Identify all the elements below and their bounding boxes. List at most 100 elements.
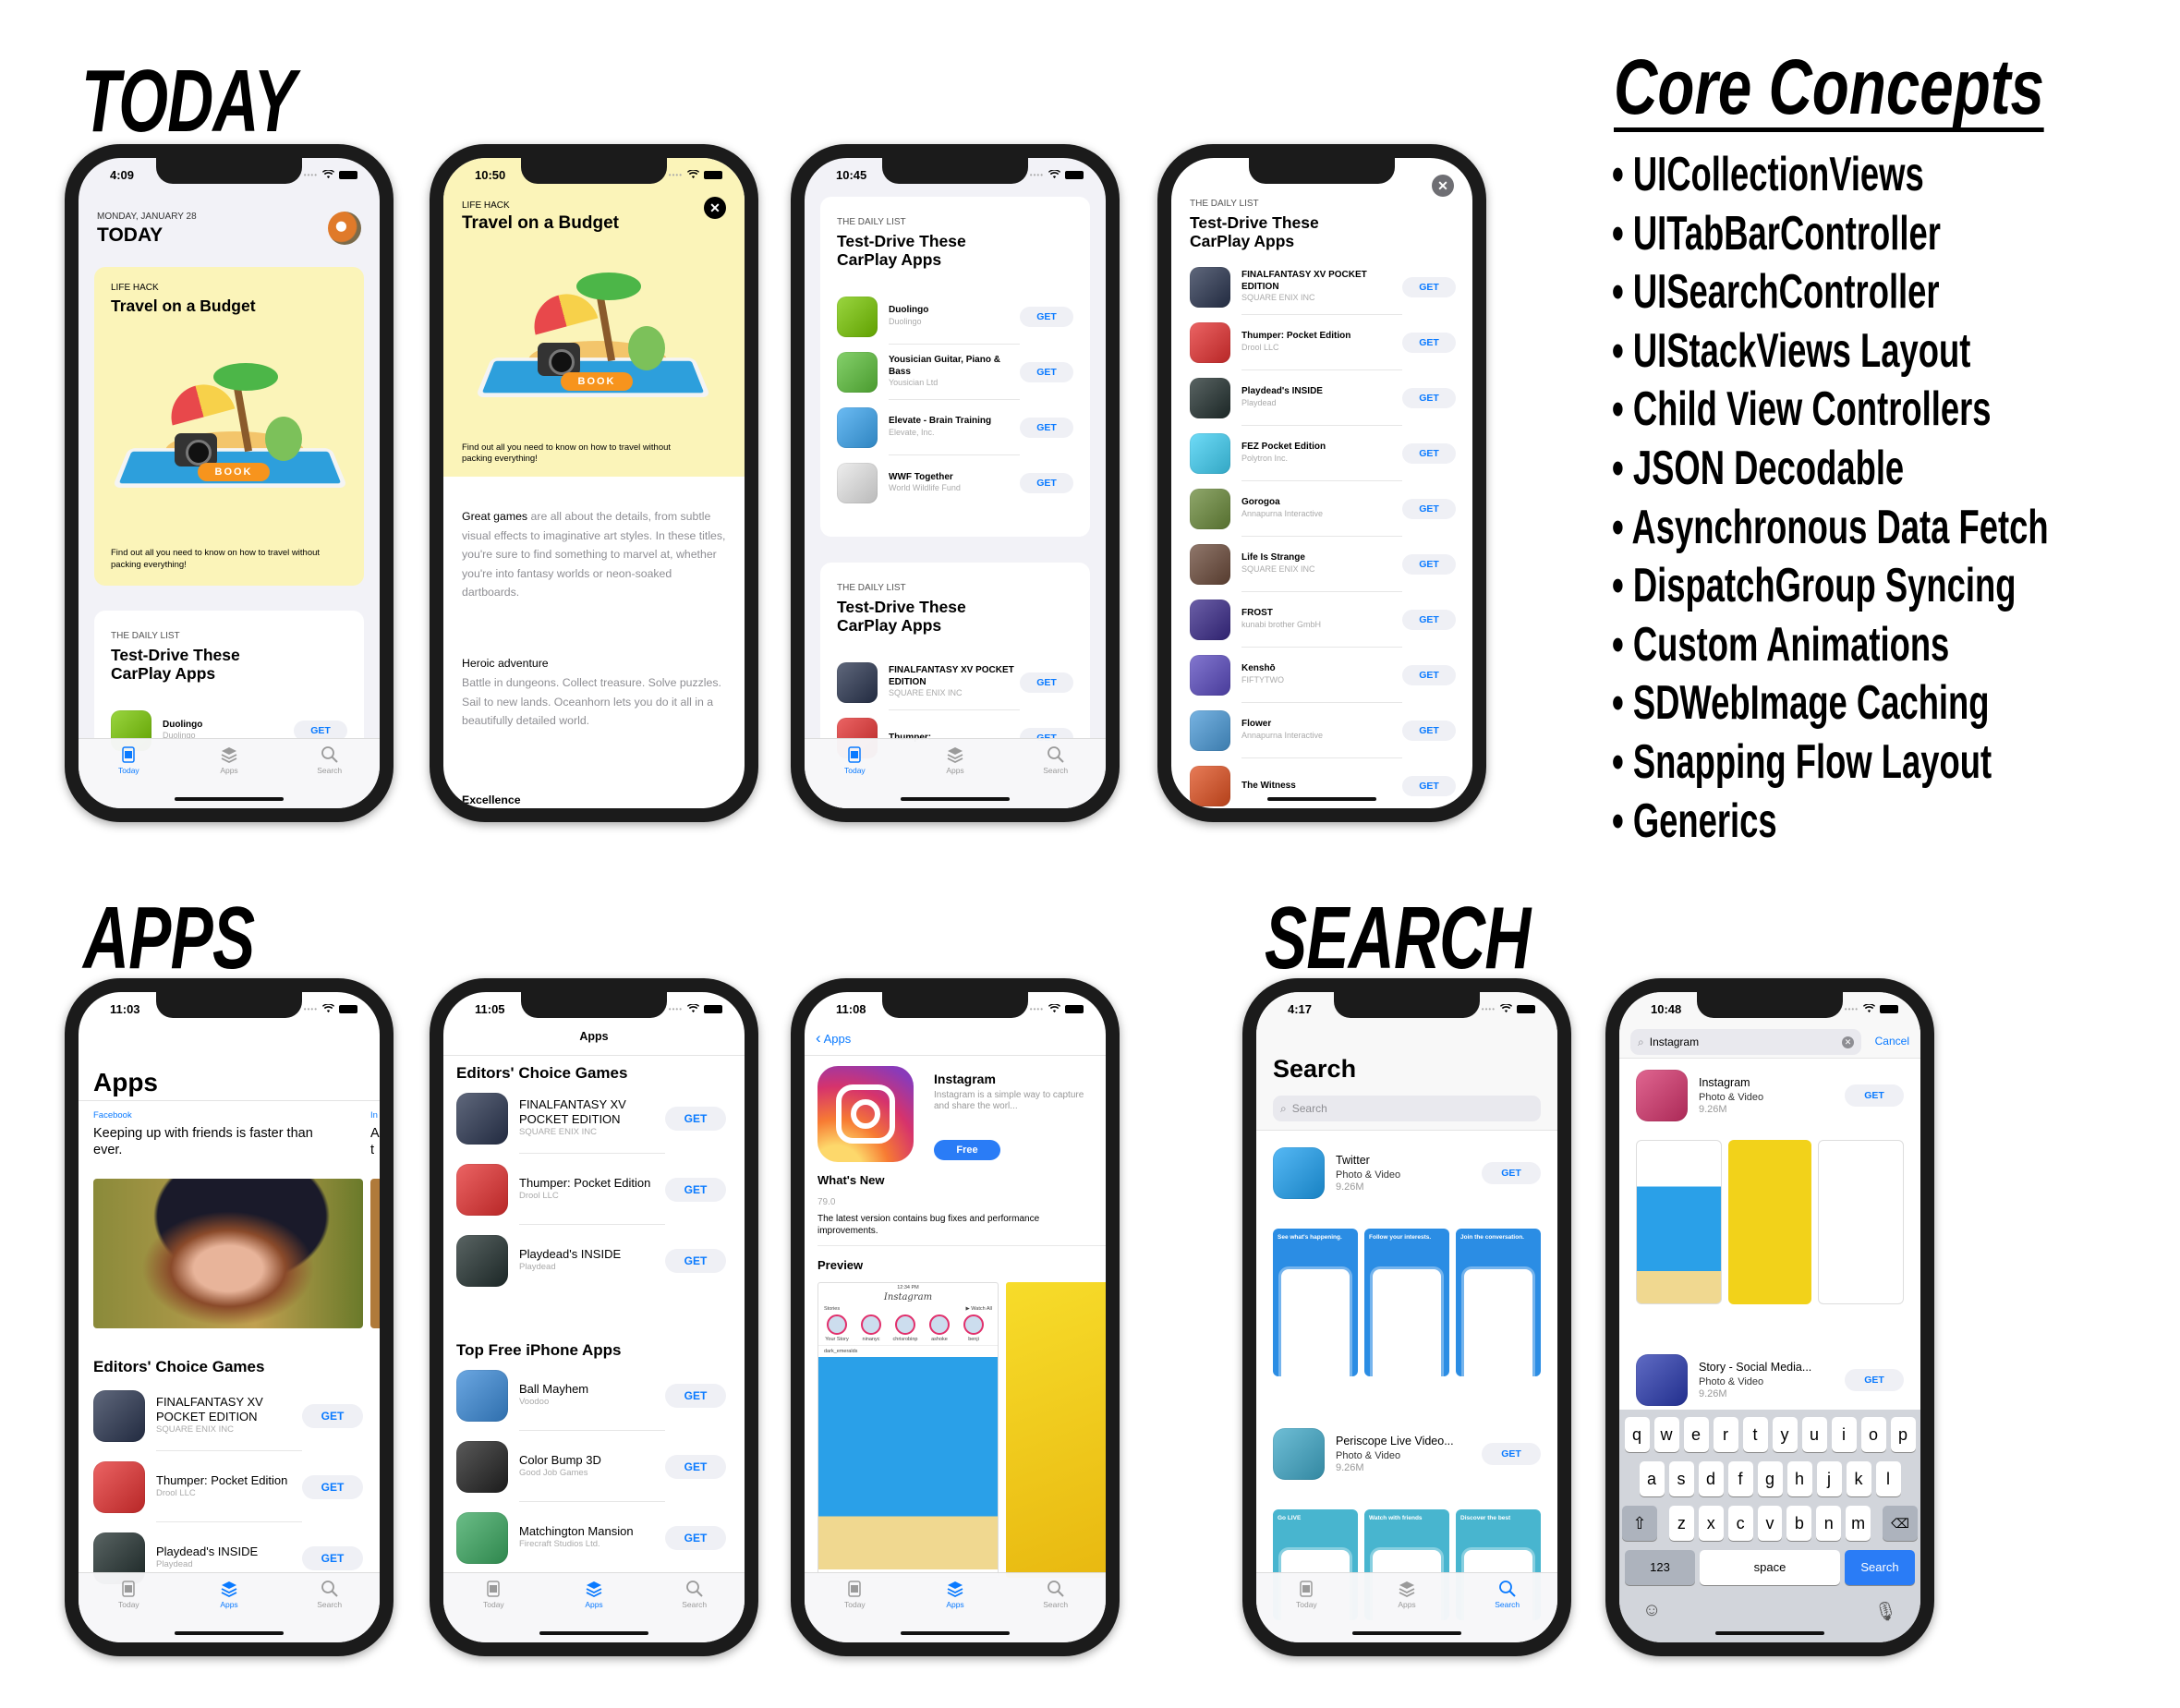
app-row[interactable]: FROST kunabi brother GmbH GET: [1190, 592, 1456, 648]
get-button[interactable]: GET: [665, 1383, 726, 1408]
search-result-row[interactable]: Instagram Photo & Video 9.26M GET: [1636, 1070, 1904, 1121]
key[interactable]: c: [1727, 1506, 1753, 1541]
next-featured-image[interactable]: [370, 1179, 380, 1328]
get-button[interactable]: GET: [1402, 388, 1456, 408]
key[interactable]: y: [1772, 1417, 1798, 1452]
key[interactable]: k: [1846, 1461, 1871, 1496]
get-button[interactable]: GET: [1020, 307, 1073, 327]
key[interactable]: z: [1668, 1506, 1694, 1541]
app-row[interactable]: FEZ Pocket Edition Polytron Inc. GET: [1190, 426, 1456, 481]
tab-search[interactable]: Search: [1005, 739, 1106, 808]
avatar[interactable]: [328, 212, 361, 245]
tab-search[interactable]: Search: [1005, 1573, 1106, 1642]
key[interactable]: n: [1816, 1506, 1842, 1541]
get-button[interactable]: GET: [665, 1525, 726, 1550]
key[interactable]: d: [1698, 1461, 1724, 1496]
search-input[interactable]: ⌕ Search: [1273, 1096, 1541, 1121]
screenshot-tile[interactable]: Join the conversation.: [1456, 1229, 1541, 1376]
app-row[interactable]: Thumper: Pocket Edition Drool LLC GET: [456, 1154, 726, 1225]
search-input[interactable]: ⌕ Instagram ✕: [1630, 1029, 1861, 1055]
back-button[interactable]: ‹ Apps: [816, 1029, 851, 1048]
app-row[interactable]: FINALFANTASY XV POCKET EDITION SQUARE ENI…: [1190, 260, 1456, 315]
app-row[interactable]: Ball Mayhem Voodoo GET: [456, 1360, 726, 1431]
search-result-row[interactable]: Story - Social Media... Photo & Video 9.26…: [1636, 1354, 1904, 1406]
get-button[interactable]: GET: [1402, 665, 1456, 685]
screenshot-tile[interactable]: Follow your interests.: [1364, 1229, 1449, 1376]
tab-search[interactable]: Search: [279, 1573, 380, 1642]
tab-search[interactable]: Search: [1457, 1573, 1557, 1642]
app-row[interactable]: WWF Together World Wildlife Fund GET: [837, 455, 1073, 511]
cancel-button[interactable]: Cancel: [1875, 1035, 1909, 1048]
daily-list-card[interactable]: THE DAILY LIST Test-Drive These CarPlay …: [820, 197, 1090, 537]
app-row[interactable]: Yousician Guitar, Piano & Bass Yousician …: [837, 345, 1073, 400]
key[interactable]: q: [1624, 1417, 1650, 1452]
featured-company[interactable]: Facebook: [93, 1110, 132, 1120]
shift-key[interactable]: ⇧: [1622, 1506, 1657, 1541]
get-button[interactable]: GET: [1020, 473, 1073, 493]
search-key[interactable]: Search: [1845, 1550, 1915, 1585]
get-button[interactable]: GET: [1845, 1084, 1904, 1107]
app-row[interactable]: Matchington Mansion Firecraft Studios Ltd…: [456, 1502, 726, 1573]
get-button[interactable]: GET: [665, 1177, 726, 1202]
get-button[interactable]: GET: [1402, 443, 1456, 464]
get-button[interactable]: GET: [665, 1248, 726, 1273]
tab-today[interactable]: Today: [805, 739, 905, 808]
emoji-icon[interactable]: ☺: [1642, 1600, 1661, 1623]
screenshot-tile[interactable]: [1727, 1140, 1812, 1304]
tab-search[interactable]: Search: [279, 739, 380, 808]
app-row[interactable]: Thumper: Pocket Edition Drool LLC GET: [93, 1451, 363, 1522]
get-button[interactable]: GET: [1020, 362, 1073, 382]
app-row[interactable]: Flower Annapurna Interactive GET: [1190, 703, 1456, 758]
get-button[interactable]: GET: [1402, 554, 1456, 575]
tab-today[interactable]: Today: [805, 1573, 905, 1642]
featured-image[interactable]: [93, 1179, 363, 1328]
numbers-key[interactable]: 123: [1625, 1550, 1695, 1585]
app-row[interactable]: Color Bump 3D Good Job Games GET: [456, 1431, 726, 1502]
key[interactable]: h: [1786, 1461, 1812, 1496]
delete-key[interactable]: ⌫: [1883, 1506, 1918, 1541]
app-row[interactable]: FINALFANTASY XV POCKET EDITION SQUARE ENI…: [456, 1083, 726, 1154]
get-button[interactable]: GET: [302, 1403, 363, 1428]
get-button[interactable]: GET: [1020, 672, 1073, 693]
get-button[interactable]: GET: [1402, 721, 1456, 741]
tab-today[interactable]: Today: [1256, 1573, 1357, 1642]
clear-icon[interactable]: ✕: [1842, 1036, 1854, 1048]
key[interactable]: j: [1816, 1461, 1842, 1496]
key[interactable]: t: [1742, 1417, 1768, 1452]
get-button[interactable]: GET: [302, 1545, 363, 1570]
app-row[interactable]: Playdead's INSIDE Playdead GET: [456, 1225, 726, 1296]
get-button[interactable]: GET: [1020, 418, 1073, 438]
get-button[interactable]: GET: [1845, 1369, 1904, 1391]
tab-search[interactable]: Search: [644, 1573, 745, 1642]
key[interactable]: g: [1757, 1461, 1783, 1496]
key[interactable]: e: [1683, 1417, 1709, 1452]
app-row[interactable]: Kenshō FIFTYTWO GET: [1190, 648, 1456, 703]
key[interactable]: m: [1846, 1506, 1871, 1541]
key[interactable]: w: [1653, 1417, 1679, 1452]
app-row[interactable]: FINALFANTASY XV POCKET EDITION SQUARE ENI…: [837, 655, 1073, 710]
key[interactable]: l: [1875, 1461, 1901, 1496]
tab-today[interactable]: Today: [79, 739, 179, 808]
get-button[interactable]: GET: [1402, 277, 1456, 297]
get-button[interactable]: GET: [1402, 333, 1456, 353]
get-button[interactable]: GET: [1402, 610, 1456, 630]
preview-screenshot[interactable]: 12:34 PM Instagram Stories ▶ Watch All Yo…: [818, 1282, 999, 1578]
preview-screenshot[interactable]: [1006, 1282, 1106, 1578]
price-button[interactable]: Free: [934, 1140, 1000, 1160]
get-button[interactable]: GET: [1482, 1443, 1541, 1465]
app-row[interactable]: Life Is Strange SQUARE ENIX INC GET: [1190, 537, 1456, 592]
get-button[interactable]: GET: [1482, 1162, 1541, 1184]
get-button[interactable]: GET: [665, 1454, 726, 1479]
app-row[interactable]: FINALFANTASY XV POCKET EDITION SQUARE ENI…: [93, 1380, 363, 1451]
app-row[interactable]: Playdead's INSIDE Playdead GET: [1190, 370, 1456, 426]
search-result-row[interactable]: Periscope Live Video... Photo & Video 9.26…: [1273, 1428, 1541, 1480]
key[interactable]: p: [1890, 1417, 1916, 1452]
key[interactable]: a: [1639, 1461, 1665, 1496]
get-button[interactable]: GET: [665, 1106, 726, 1131]
key[interactable]: b: [1786, 1506, 1812, 1541]
screenshot-tile[interactable]: [1636, 1140, 1722, 1304]
get-button[interactable]: GET: [302, 1474, 363, 1499]
key[interactable]: r: [1713, 1417, 1738, 1452]
screenshot-tile[interactable]: See what's happening.: [1273, 1229, 1358, 1376]
close-button[interactable]: ✕: [704, 197, 726, 219]
